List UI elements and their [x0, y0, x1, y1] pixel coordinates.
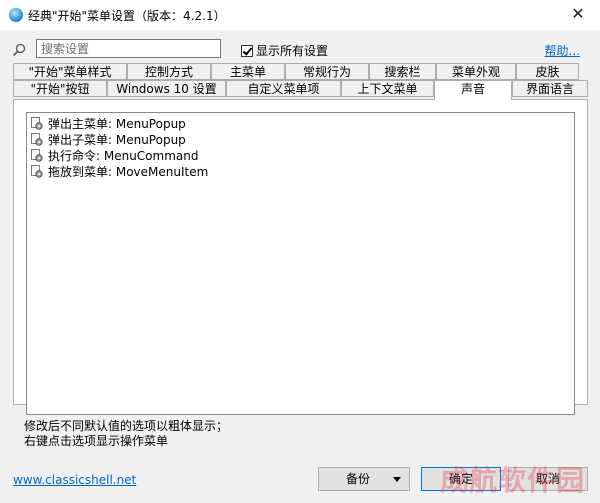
- setting-gear-icon: [31, 116, 43, 130]
- setting-gear-icon: [31, 148, 43, 162]
- app-shell-icon: [9, 8, 23, 22]
- search-input[interactable]: [36, 39, 221, 58]
- backup-button[interactable]: 备份: [318, 467, 410, 491]
- tab-control[interactable]: 控制方式: [127, 63, 211, 80]
- tab-custom-menu-items[interactable]: 自定义菜单项: [226, 80, 341, 97]
- tab-main-menu[interactable]: 主菜单: [211, 63, 285, 80]
- list-item-label: 弹出子菜单: MenuPopup: [48, 132, 186, 147]
- close-button[interactable]: ✕: [564, 2, 592, 26]
- tab-context-menu[interactable]: 上下文菜单: [341, 80, 434, 97]
- tab-menu-look[interactable]: 菜单外观: [436, 63, 516, 80]
- tab-start-button[interactable]: "开始"按钮: [13, 80, 107, 97]
- list-item-label: 拖放到菜单: MoveMenuItem: [48, 164, 209, 179]
- setting-gear-icon: [31, 164, 43, 178]
- window-title: 经典"开始"菜单设置（版本：4.2.1）: [28, 9, 226, 23]
- list-item[interactable]: 弹出主菜单: MenuPopup: [27, 115, 574, 131]
- list-item[interactable]: 弹出子菜单: MenuPopup: [27, 131, 574, 147]
- backup-button-label: 备份: [345, 472, 370, 486]
- list-item[interactable]: 执行命令: MenuCommand: [27, 147, 574, 163]
- list-item[interactable]: 拖放到菜单: MoveMenuItem: [27, 163, 574, 179]
- tab-sound[interactable]: 声音: [434, 80, 512, 100]
- tab-skin[interactable]: 皮肤: [516, 63, 579, 80]
- tab-search-box[interactable]: 搜索栏: [369, 63, 436, 80]
- tab-general-behavior[interactable]: 常规行为: [285, 63, 369, 80]
- right-click-hint-text: 右键点击选项显示操作菜单: [24, 434, 169, 448]
- search-icon: [12, 43, 26, 57]
- setting-gear-icon: [31, 132, 43, 146]
- title-bar: 经典"开始"菜单设置（版本：4.2.1） ✕: [0, 0, 600, 30]
- chevron-down-icon: [393, 477, 401, 482]
- watermark: 成航软件园: [440, 464, 586, 497]
- show-all-settings-toggle[interactable]: 显示所有设置: [241, 42, 328, 59]
- sound-settings-panel: 弹出主菜单: MenuPopup 弹出子菜单: MenuPopup 执行命令: …: [13, 99, 588, 415]
- tab-ui-language[interactable]: 界面语言: [512, 80, 588, 97]
- website-link[interactable]: www.classicshell.net: [13, 473, 136, 487]
- show-all-checkbox[interactable]: [241, 44, 253, 57]
- tab-start-menu-style[interactable]: "开始"菜单样式: [13, 63, 127, 80]
- list-item-label: 执行命令: MenuCommand: [48, 148, 199, 163]
- help-link[interactable]: 帮助...: [545, 42, 580, 59]
- sound-settings-list[interactable]: 弹出主菜单: MenuPopup 弹出子菜单: MenuPopup 执行命令: …: [26, 112, 575, 415]
- tab-windows10-settings[interactable]: Windows 10 设置: [107, 80, 226, 97]
- list-item-label: 弹出主菜单: MenuPopup: [48, 116, 186, 131]
- show-all-label: 显示所有设置: [256, 44, 329, 58]
